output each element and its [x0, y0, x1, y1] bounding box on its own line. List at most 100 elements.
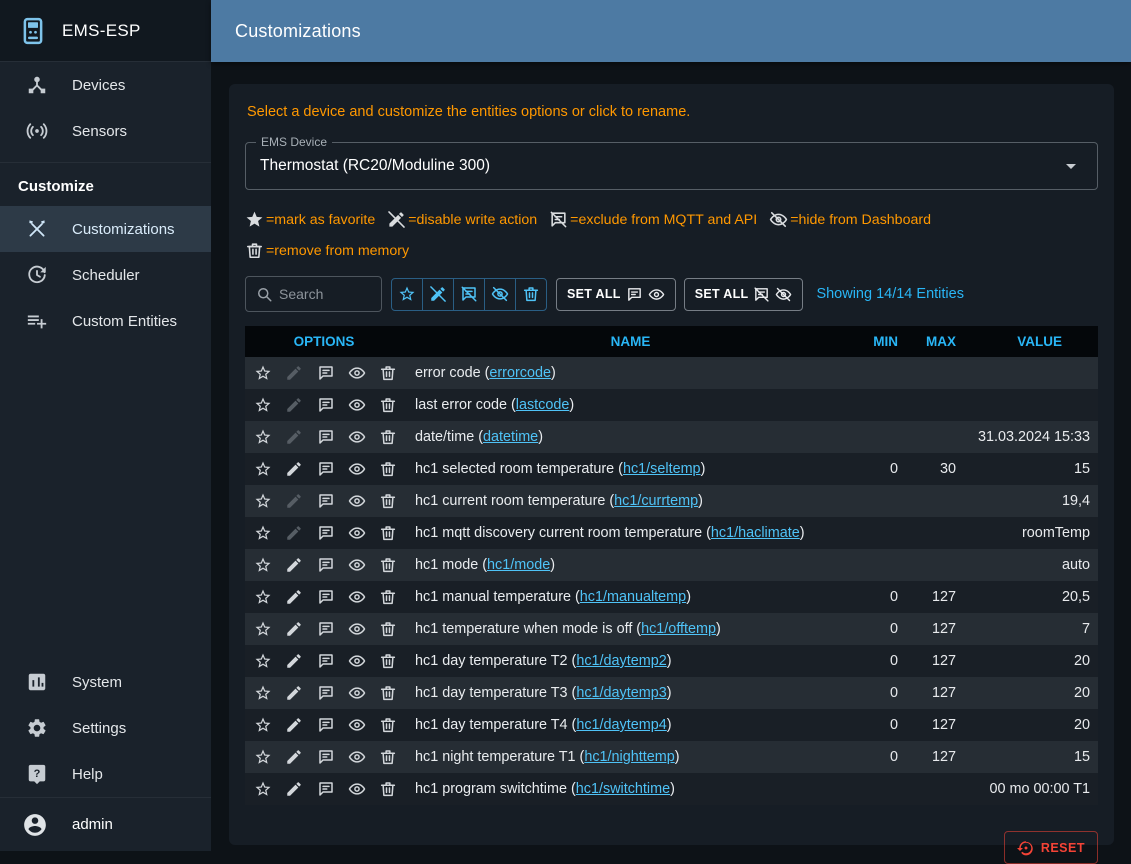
visibility-button[interactable] [342, 679, 372, 707]
visibility-button[interactable] [342, 487, 372, 515]
mqtt-exclude-button[interactable] [310, 647, 340, 675]
edit-button[interactable] [279, 583, 309, 611]
mqtt-exclude-button[interactable] [310, 391, 340, 419]
entity-link[interactable]: errorcode [489, 365, 551, 381]
edit-button[interactable] [279, 615, 309, 643]
entity-name[interactable]: hc1 day temperature T4 (hc1/daytemp4) [403, 717, 858, 733]
sidebar-item-devices[interactable]: Devices [0, 62, 211, 108]
edit-button[interactable] [279, 391, 309, 419]
filter-disable-write-button[interactable] [422, 278, 454, 311]
search-input[interactable] [279, 286, 372, 302]
edit-button[interactable] [279, 743, 309, 771]
mqtt-exclude-button[interactable] [310, 711, 340, 739]
favorite-button[interactable] [248, 487, 278, 515]
sidebar-item-settings[interactable]: Settings [0, 705, 211, 751]
sidebar-item-custom-entities[interactable]: Custom Entities [0, 298, 211, 344]
delete-button[interactable] [373, 487, 403, 515]
mqtt-exclude-button[interactable] [310, 775, 340, 803]
delete-button[interactable] [373, 615, 403, 643]
mqtt-exclude-button[interactable] [310, 519, 340, 547]
mqtt-exclude-button[interactable] [310, 359, 340, 387]
favorite-button[interactable] [248, 679, 278, 707]
entity-link[interactable]: hc1/nighttemp [584, 749, 674, 765]
entity-link[interactable]: hc1/manualtemp [580, 589, 686, 605]
visibility-button[interactable] [342, 423, 372, 451]
entity-name[interactable]: hc1 current room temperature (hc1/currte… [403, 493, 858, 509]
user-row[interactable]: admin [0, 797, 211, 851]
sidebar-item-scheduler[interactable]: Scheduler [0, 252, 211, 298]
favorite-button[interactable] [248, 359, 278, 387]
edit-button[interactable] [279, 359, 309, 387]
entity-name[interactable]: hc1 mode (hc1/mode) [403, 557, 858, 573]
sidebar-item-sensors[interactable]: Sensors [0, 108, 211, 154]
mqtt-exclude-button[interactable] [310, 679, 340, 707]
favorite-button[interactable] [248, 647, 278, 675]
edit-button[interactable] [279, 423, 309, 451]
favorite-button[interactable] [248, 455, 278, 483]
mqtt-exclude-button[interactable] [310, 551, 340, 579]
delete-button[interactable] [373, 679, 403, 707]
entity-name[interactable]: date/time (datetime) [403, 429, 858, 445]
entity-name[interactable]: last error code (lastcode) [403, 397, 858, 413]
entity-link[interactable]: hc1/daytemp4 [576, 717, 666, 733]
entity-name[interactable]: hc1 selected room temperature (hc1/selte… [403, 461, 858, 477]
favorite-button[interactable] [248, 519, 278, 547]
edit-button[interactable] [279, 519, 309, 547]
edit-button[interactable] [279, 551, 309, 579]
favorite-button[interactable] [248, 391, 278, 419]
delete-button[interactable] [373, 583, 403, 611]
entity-name[interactable]: error code (errorcode) [403, 365, 858, 381]
visibility-button[interactable] [342, 519, 372, 547]
entity-link[interactable]: hc1/mode [487, 557, 550, 573]
mqtt-exclude-button[interactable] [310, 455, 340, 483]
filter-hide-dashboard-button[interactable] [484, 278, 516, 311]
set-all-button-2[interactable]: SET ALL [684, 278, 804, 311]
visibility-button[interactable] [342, 615, 372, 643]
visibility-button[interactable] [342, 583, 372, 611]
filter-favorite-button[interactable] [391, 278, 423, 311]
entity-link[interactable]: hc1/currtemp [614, 493, 698, 509]
favorite-button[interactable] [248, 743, 278, 771]
entity-name[interactable]: hc1 manual temperature (hc1/manualtemp) [403, 589, 858, 605]
favorite-button[interactable] [248, 711, 278, 739]
edit-button[interactable] [279, 775, 309, 803]
mqtt-exclude-button[interactable] [310, 615, 340, 643]
entity-name[interactable]: hc1 temperature when mode is off (hc1/of… [403, 621, 858, 637]
sidebar-item-customizations[interactable]: Customizations [0, 206, 211, 252]
entity-link[interactable]: hc1/daytemp3 [576, 685, 666, 701]
sidebar-item-system[interactable]: System [0, 659, 211, 705]
mqtt-exclude-button[interactable] [310, 487, 340, 515]
delete-button[interactable] [373, 423, 403, 451]
favorite-button[interactable] [248, 551, 278, 579]
entity-link[interactable]: hc1/haclimate [711, 525, 800, 541]
filter-mqtt-exclude-button[interactable] [453, 278, 485, 311]
entity-name[interactable]: hc1 day temperature T3 (hc1/daytemp3) [403, 685, 858, 701]
visibility-button[interactable] [342, 551, 372, 579]
edit-button[interactable] [279, 487, 309, 515]
entity-name[interactable]: hc1 night temperature T1 (hc1/nighttemp) [403, 749, 858, 765]
edit-button[interactable] [279, 647, 309, 675]
entity-link[interactable]: hc1/switchtime [576, 781, 670, 797]
entity-link[interactable]: hc1/offtemp [641, 621, 716, 637]
visibility-button[interactable] [342, 743, 372, 771]
entity-link[interactable]: datetime [483, 429, 538, 445]
sidebar-item-help[interactable]: ?Help [0, 751, 211, 797]
ems-device-select[interactable]: EMS Device Thermostat (RC20/Moduline 300… [245, 142, 1098, 190]
reset-button[interactable]: RESET [1004, 831, 1098, 864]
delete-button[interactable] [373, 743, 403, 771]
entity-name[interactable]: hc1 program switchtime (hc1/switchtime) [403, 781, 858, 797]
visibility-button[interactable] [342, 775, 372, 803]
favorite-button[interactable] [248, 583, 278, 611]
delete-button[interactable] [373, 711, 403, 739]
edit-button[interactable] [279, 711, 309, 739]
mqtt-exclude-button[interactable] [310, 743, 340, 771]
delete-button[interactable] [373, 391, 403, 419]
visibility-button[interactable] [342, 711, 372, 739]
visibility-button[interactable] [342, 359, 372, 387]
edit-button[interactable] [279, 455, 309, 483]
entity-link[interactable]: lastcode [516, 397, 570, 413]
favorite-button[interactable] [248, 775, 278, 803]
entity-link[interactable]: hc1/seltemp [623, 461, 701, 477]
mqtt-exclude-button[interactable] [310, 423, 340, 451]
delete-button[interactable] [373, 519, 403, 547]
